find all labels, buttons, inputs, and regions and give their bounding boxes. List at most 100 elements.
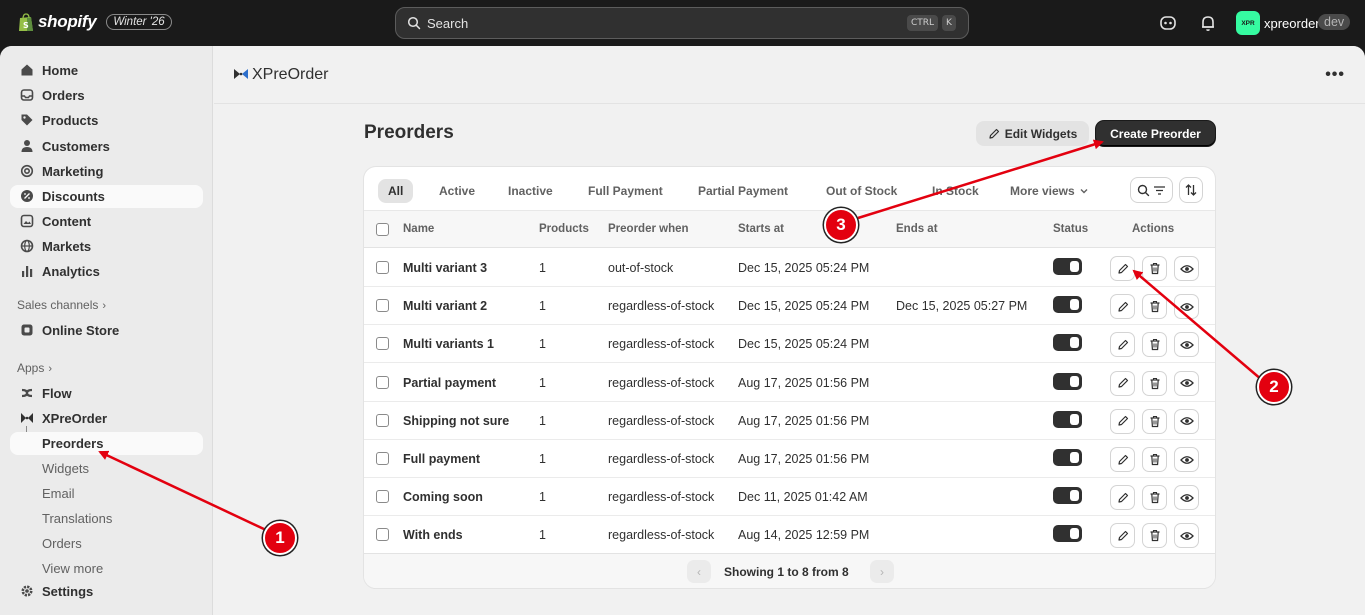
sidebar-item-xpreorder[interactable]: XPreOrder [10,407,203,430]
table-row[interactable]: Multi variants 1 1 regardless-of-stock Dec … [364,325,1215,364]
sidebar-item-discounts[interactable]: Discounts [10,185,203,208]
row-checkbox[interactable] [376,490,389,504]
tab-all[interactable]: All [378,179,414,203]
edit-button[interactable] [1110,332,1135,358]
view-button[interactable] [1174,256,1199,281]
delete-button[interactable] [1142,485,1167,511]
sidebar-item-app-orders[interactable]: Orders [10,532,203,555]
delete-button[interactable] [1142,447,1167,472]
tab-inactive[interactable]: Inactive [498,179,563,203]
table-row[interactable]: Coming soon 1 regardless-of-stock Dec 11, 2… [364,478,1215,517]
preorder-name[interactable]: Full payment [403,452,480,466]
tab-active[interactable]: Active [429,179,485,203]
tab-full-payment[interactable]: Full Payment [578,179,673,203]
sidebar-item-preorders[interactable]: Preorders [10,432,203,455]
preorder-name[interactable]: Multi variants 1 [403,337,494,351]
bell-icon[interactable] [1199,14,1217,32]
status-toggle[interactable] [1053,449,1082,466]
preorder-name[interactable]: Partial payment [403,376,496,390]
table-row[interactable]: Full payment 1 regardless-of-stock Aug 17, … [364,440,1215,478]
row-checkbox[interactable] [376,452,389,465]
status-toggle[interactable] [1053,296,1082,314]
sidebar-item-orders[interactable]: Orders [10,84,203,107]
delete-button[interactable] [1142,294,1167,320]
row-checkbox[interactable] [376,299,389,313]
status-toggle[interactable] [1053,487,1082,505]
edit-button[interactable] [1110,485,1135,511]
sidebar-item-home[interactable]: Home [10,59,203,82]
table-row[interactable]: Multi variant 2 1 regardless-of-stock Dec 1… [364,287,1215,326]
sidebar-item-customers[interactable]: Customers [10,135,203,158]
search-filter-button[interactable] [1130,177,1173,203]
sidebar-item-content[interactable]: Content [10,210,203,233]
edit-button[interactable] [1110,408,1135,434]
table-row[interactable]: With ends 1 regardless-of-stock Aug 14, 202… [364,516,1215,555]
sidebar-item-email[interactable]: Email [10,482,203,505]
preorder-name[interactable]: Shipping not sure [403,414,509,428]
create-preorder-button[interactable]: Create Preorder [1096,121,1215,146]
edit-button[interactable] [1110,294,1135,320]
view-button[interactable] [1174,332,1199,358]
delete-button[interactable] [1142,523,1167,549]
sidebar-item-translations[interactable]: Translations [10,507,203,530]
status-toggle[interactable] [1053,334,1082,352]
status-toggle[interactable] [1053,372,1082,390]
next-page-button[interactable]: › [870,560,894,583]
sidebar-item-view-more[interactable]: View more [10,557,203,580]
view-button[interactable] [1174,447,1199,472]
more-actions-icon[interactable]: ••• [1325,66,1345,84]
status-toggle[interactable] [1053,410,1082,428]
sidebar-item-analytics[interactable]: Analytics [10,260,203,283]
tab-more-views[interactable]: More views [1000,179,1099,203]
preorder-name[interactable]: Multi variant 2 [403,299,487,313]
sidebar-item-flow[interactable]: Flow [10,382,203,405]
sidebar-item-settings[interactable]: Settings [10,580,203,603]
tab-partial-payment[interactable]: Partial Payment [688,179,798,203]
view-button[interactable] [1174,485,1199,511]
sidekick-icon[interactable] [1159,14,1177,32]
sidebar-item-online-store[interactable]: Online Store [10,319,203,342]
tab-in-stock[interactable]: In Stock [922,179,989,203]
sidebar-item-marketing[interactable]: Marketing [10,160,203,183]
row-checkbox[interactable] [376,413,389,427]
sidebar-item-products[interactable]: Products [10,109,203,132]
apps-heading[interactable]: Apps › [17,361,52,375]
col-starts-at[interactable]: Starts at [738,223,784,235]
sales-channels-heading[interactable]: Sales channels › [17,298,106,312]
row-checkbox[interactable] [376,261,389,274]
view-button[interactable] [1174,370,1199,396]
edit-button[interactable] [1110,256,1135,281]
delete-button[interactable] [1142,408,1167,434]
delete-button[interactable] [1142,332,1167,358]
sidebar-item-markets[interactable]: Markets [10,235,203,258]
table-row[interactable]: Multi variant 3 1 out-of-stock Dec 15, 2025… [364,249,1215,287]
edit-button[interactable] [1110,523,1135,549]
search-bar[interactable]: Search CTRL K [395,7,969,39]
table-row[interactable]: Shipping not sure 1 regardless-of-stock Aug… [364,402,1215,440]
row-checkbox[interactable] [376,528,389,542]
edit-button[interactable] [1110,370,1135,396]
col-name[interactable]: Name [403,223,434,235]
preorder-name[interactable]: Multi variant 3 [403,261,487,275]
delete-button[interactable] [1142,256,1167,281]
col-preorder-when[interactable]: Preorder when [608,223,689,235]
delete-button[interactable] [1142,370,1167,396]
store-avatar[interactable]: XPR [1236,11,1260,35]
view-button[interactable] [1174,408,1199,434]
table-row[interactable]: Partial payment 1 regardless-of-stock Aug 1… [364,364,1215,402]
view-button[interactable] [1174,294,1199,320]
view-button[interactable] [1174,523,1199,549]
edit-widgets-button[interactable]: Edit Widgets [976,121,1089,146]
tab-out-of-stock[interactable]: Out of Stock [816,179,907,203]
col-ends-at[interactable]: Ends at [896,223,938,235]
store-name[interactable]: xpreorder [1264,16,1320,31]
edit-button[interactable] [1110,447,1135,472]
sort-button[interactable] [1179,177,1203,203]
row-checkbox[interactable] [376,337,389,351]
prev-page-button[interactable]: ‹ [687,560,711,583]
preorder-name[interactable]: With ends [403,528,463,542]
shopify-logo[interactable]: S shopify Winter '26 [18,12,172,32]
status-toggle[interactable] [1053,525,1082,543]
row-checkbox[interactable] [376,375,389,389]
status-toggle[interactable] [1053,258,1082,275]
